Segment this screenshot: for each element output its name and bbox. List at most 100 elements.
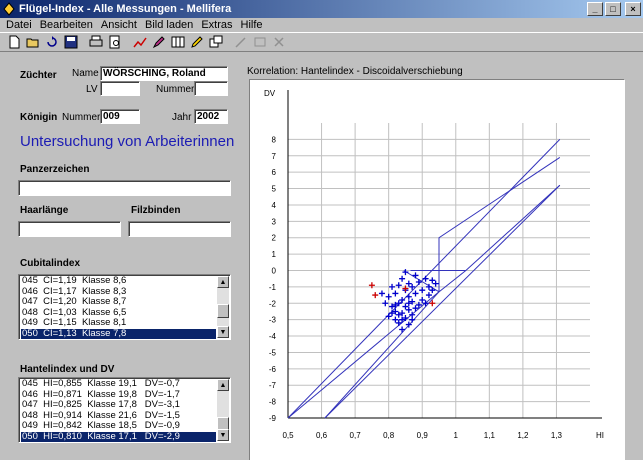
data-point xyxy=(419,287,426,294)
scatter-chart: 8 7 6 5 4 3 2 1 0 -1 -2 -3 -4 -5 -6 -7 -8 -9 0,5 0,6 0,7 0,8 0… xyxy=(264,89,604,440)
panzerzeichen-label: Panzerzeichen xyxy=(20,164,90,175)
x-tick-label: 0,8 xyxy=(383,431,395,440)
regression-line xyxy=(287,157,561,419)
list-item[interactable]: 045 CI=1,19 Klasse 8,6 xyxy=(21,275,216,287)
data-point xyxy=(429,287,436,294)
data-point xyxy=(399,326,406,333)
section-heading: Untersuchung von Arbeiterinnen xyxy=(20,133,235,150)
y-tick-label: -6 xyxy=(269,365,277,374)
data-point xyxy=(378,290,385,297)
menu-bar: Datei Bearbeiten Ansicht Bild laden Extr… xyxy=(0,18,643,32)
delete-button[interactable] xyxy=(269,33,288,51)
data-point xyxy=(409,316,416,323)
data-point xyxy=(402,303,409,310)
save-icon xyxy=(64,35,77,49)
scroll-thumb[interactable] xyxy=(217,304,229,318)
koenigin-nummer-field[interactable]: 009 xyxy=(100,109,140,124)
x-tick-label: 1,1 xyxy=(484,431,496,440)
new-file-button[interactable] xyxy=(4,33,23,51)
title-bar: Flügel-Index - Alle Messungen - Mellifer… xyxy=(0,0,643,18)
koenigin-label: Königin xyxy=(20,112,58,123)
data-point xyxy=(412,272,419,279)
list-item[interactable]: 049 HI=0,842 Klasse 18,5 DV=-0,9 xyxy=(21,420,216,432)
list-item[interactable]: 047 HI=0,825 Klasse 17,8 DV=-3,1 xyxy=(21,399,216,411)
open-folder-icon xyxy=(26,38,38,48)
y-tick-label: -1 xyxy=(269,283,277,292)
y-tick-label: -4 xyxy=(269,332,277,341)
list-item[interactable]: 049 CI=1,15 Klasse 8,1 xyxy=(21,317,216,329)
nummer-label: Nummer xyxy=(156,84,195,95)
table-button[interactable] xyxy=(168,33,187,51)
print-button[interactable] xyxy=(86,33,105,51)
windows-icon xyxy=(209,35,222,48)
menu-datei[interactable]: Datei xyxy=(2,19,36,31)
name-field[interactable]: WÖRSCHING, Roland xyxy=(100,66,228,81)
haarlaenge-field[interactable] xyxy=(18,221,121,237)
regression-line xyxy=(324,184,561,419)
chart-icon xyxy=(132,37,147,48)
filzbinden-field[interactable] xyxy=(128,221,231,237)
y-tick-label: 2 xyxy=(272,234,277,243)
data-point xyxy=(392,316,399,323)
cubitalindex-list[interactable]: 045 CI=1,19 Klasse 8,6 046 CI=1,17 Klass… xyxy=(18,274,231,340)
cubitalindex-scrollbar[interactable]: ▲ ▼ xyxy=(217,276,229,338)
chart-title: Korrelation: Hantelindex - Discoidalvers… xyxy=(247,66,463,77)
data-point xyxy=(372,292,379,299)
scroll-down-arrow-icon[interactable]: ▼ xyxy=(217,429,229,441)
pencil-button[interactable] xyxy=(187,33,206,51)
menu-bearbeiten[interactable]: Bearbeiten xyxy=(36,19,97,31)
jahr-field[interactable]: 2002 xyxy=(194,109,228,124)
scroll-up-arrow-icon[interactable]: ▲ xyxy=(217,276,229,288)
frame-button[interactable] xyxy=(250,33,269,51)
y-tick-label: 3 xyxy=(272,217,277,226)
menu-ansicht[interactable]: Ansicht xyxy=(97,19,141,31)
lv-field[interactable] xyxy=(100,81,140,96)
y-tick-label: 0 xyxy=(272,267,277,276)
x-tick-label: 0,6 xyxy=(316,431,328,440)
scroll-up-arrow-icon[interactable]: ▲ xyxy=(217,379,229,391)
print-preview-icon xyxy=(109,35,119,49)
data-point xyxy=(395,319,402,326)
y-tick-label: 5 xyxy=(272,185,277,194)
print-preview-button[interactable] xyxy=(105,33,124,51)
open-button[interactable] xyxy=(23,33,42,51)
lv-label: LV xyxy=(86,84,98,95)
maximize-button[interactable]: □ xyxy=(605,2,621,16)
hantelindex-list[interactable]: 045 HI=0,855 Klasse 19,1 DV=-0,7 046 HI=… xyxy=(18,377,231,443)
hantelindex-label: Hantelindex und DV xyxy=(20,364,115,375)
list-item[interactable]: 047 CI=1,20 Klasse 8,7 xyxy=(21,296,216,308)
list-item-selected[interactable]: 050 CI=1,13 Klasse 7,8 xyxy=(21,328,216,339)
y-tick-label: 4 xyxy=(272,201,277,210)
scroll-down-arrow-icon[interactable]: ▼ xyxy=(217,326,229,338)
hantelindex-scrollbar[interactable]: ▲ ▼ xyxy=(217,379,229,441)
data-point xyxy=(405,306,412,313)
wand-button[interactable] xyxy=(231,33,250,51)
table-icon xyxy=(171,36,184,48)
list-item[interactable]: 045 HI=0,855 Klasse 19,1 DV=-0,7 xyxy=(21,378,216,390)
frame-icon xyxy=(254,37,265,47)
new-file-icon xyxy=(9,35,19,49)
y-tick-label: -5 xyxy=(269,348,277,357)
minimize-button[interactable]: _ xyxy=(587,2,603,16)
pen-button[interactable] xyxy=(149,33,168,51)
save-button[interactable] xyxy=(61,33,80,51)
x-axis-label: HI xyxy=(596,431,604,440)
y-tick-label: -3 xyxy=(269,316,277,325)
app-bee-icon xyxy=(3,2,15,16)
cubitalindex-label: Cubitalindex xyxy=(20,258,81,269)
close-button[interactable]: × xyxy=(625,2,641,16)
panzerzeichen-field[interactable] xyxy=(18,180,231,196)
chart-button[interactable] xyxy=(130,33,149,51)
y-tick-label: -2 xyxy=(269,299,277,308)
y-tick-label: 8 xyxy=(272,135,277,144)
x-tick-label: 0,9 xyxy=(417,431,429,440)
menu-extras[interactable]: Extras xyxy=(197,19,236,31)
refresh-button[interactable] xyxy=(42,33,61,51)
x-tick-label: 0,7 xyxy=(350,431,362,440)
list-item-selected[interactable]: 050 HI=0,810 Klasse 17,1 DV=-2,9 xyxy=(21,431,216,442)
nummer-field[interactable] xyxy=(194,81,228,96)
koenigin-nummer-label: Nummer xyxy=(62,112,101,123)
menu-hilfe[interactable]: Hilfe xyxy=(237,19,267,31)
windows-button[interactable] xyxy=(206,33,225,51)
menu-bild-laden[interactable]: Bild laden xyxy=(141,19,197,31)
